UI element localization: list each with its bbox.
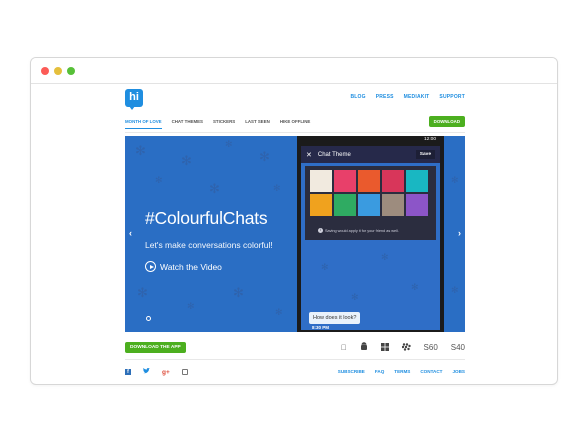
theme-swatch <box>358 170 380 192</box>
divider <box>125 132 465 133</box>
instagram-icon[interactable] <box>181 369 188 375</box>
snowflake-icon: ✻ <box>275 307 283 317</box>
facebook-icon[interactable]: f <box>125 369 131 375</box>
social-links: f g+ <box>125 368 188 376</box>
theme-swatch <box>310 194 332 216</box>
platform-list:  S60 S40 <box>341 342 465 353</box>
snowflake-icon: ✻ <box>187 301 195 311</box>
nav-link-support[interactable]: SUPPORT <box>439 94 465 100</box>
snowflake-icon: ✻ <box>451 175 459 185</box>
tab-hike-offline[interactable]: HIKE OFFLINE <box>280 119 311 129</box>
phone-app-title: Chat Theme <box>317 151 351 158</box>
tab-last-seen[interactable]: LAST SEEN <box>245 119 270 129</box>
watch-video-link[interactable]: Watch the Video <box>145 261 222 272</box>
theme-notice-text: Saving would apply it for your friend as… <box>325 228 399 233</box>
theme-swatch <box>382 170 404 192</box>
info-icon: i <box>318 228 323 233</box>
blackberry-icon[interactable] <box>401 342 411 353</box>
hike-logo[interactable]: hi <box>125 89 143 110</box>
snowflake-icon: ✻ <box>381 252 389 262</box>
download-button[interactable]: DOWNLOAD <box>428 116 465 127</box>
snowflake-icon: ✻ <box>181 153 192 168</box>
apple-icon[interactable]:  <box>341 343 347 352</box>
theme-swatch <box>406 194 428 216</box>
play-icon <box>145 261 156 272</box>
divider <box>125 359 465 360</box>
footer-link-contact[interactable]: CONTACT <box>420 369 442 374</box>
footer-link-jobs[interactable]: JOBS <box>452 369 465 374</box>
snowflake-icon: ✻ <box>451 285 459 295</box>
hero-banner: ✻ ✻ ✻ ✻ ✻ ✻ ✻ ✻ ✻ ✻ ✻ ✻ ✻ #ColourfulChat… <box>125 136 465 332</box>
snowflake-icon: ✻ <box>225 139 233 149</box>
hero-title: #ColourfulChats <box>145 208 268 228</box>
maximize-window-button[interactable] <box>67 67 75 75</box>
footer-link-subscribe[interactable]: SUBSCRIBE <box>338 369 365 374</box>
theme-swatch <box>334 170 356 192</box>
snowflake-icon: ✻ <box>137 285 148 300</box>
theme-picker-panel: i Saving would apply it for your friend … <box>305 166 436 240</box>
snowflake-icon: ✻ <box>273 183 281 193</box>
chat-bubble: How does it look? <box>309 312 361 324</box>
hero-subtitle: Let's make conversations colorful! <box>145 240 273 250</box>
chevron-left-icon[interactable]: ‹ <box>129 228 132 238</box>
windows-icon[interactable] <box>380 342 389 353</box>
phone-screen: ✻ ✻ ✻ ✻ i Saving would apply it for your… <box>301 163 440 330</box>
top-nav: BLOG PRESS MEDIAKIT SUPPORT <box>350 94 465 100</box>
watch-video-label: Watch the Video <box>160 261 222 272</box>
nav-link-press[interactable]: PRESS <box>376 94 394 100</box>
footer-link-terms[interactable]: TERMS <box>394 369 410 374</box>
snowflake-icon: ✻ <box>259 149 270 164</box>
phone-app-bar: ✕ Chat Theme Save <box>301 146 440 163</box>
theme-grid <box>310 170 428 216</box>
download-app-button[interactable]: DOWNLOAD THE APP <box>125 342 186 353</box>
snowflake-icon: ✻ <box>155 175 163 185</box>
nav-link-mediakit[interactable]: MEDIAKIT <box>404 94 430 100</box>
footer-link-faq[interactable]: FAQ <box>375 369 384 374</box>
android-icon[interactable] <box>360 342 368 353</box>
theme-notice: i Saving would apply it for your friend … <box>318 228 399 233</box>
minimize-window-button[interactable] <box>54 67 62 75</box>
tab-stickers[interactable]: STICKERS <box>213 119 235 129</box>
carousel-dot[interactable] <box>146 316 151 321</box>
snowflake-icon: ✻ <box>135 143 146 158</box>
browser-window: hi BLOG PRESS MEDIAKIT SUPPORT MONTH OF … <box>30 57 558 385</box>
twitter-icon[interactable] <box>143 368 150 376</box>
tab-month-of-love[interactable]: MONTH OF LOVE <box>125 119 162 129</box>
theme-swatch <box>382 194 404 216</box>
close-icon: ✕ <box>306 151 312 159</box>
theme-swatch <box>334 194 356 216</box>
s60-link[interactable]: S60 <box>424 343 438 352</box>
chat-bubble-time: 8:30 PM <box>312 325 330 330</box>
snowflake-icon: ✻ <box>209 181 220 196</box>
footer-links: SUBSCRIBE FAQ TERMS CONTACT JOBS <box>338 369 465 374</box>
tab-chat-themes[interactable]: CHAT THEMES <box>172 119 203 129</box>
google-plus-icon[interactable]: g+ <box>162 369 170 376</box>
phone-save-button: Save <box>415 150 435 159</box>
phone-status-time: 12:00 <box>423 137 436 142</box>
phone-mockup: 12:00 ✕ Chat Theme Save ✻ ✻ ✻ ✻ i Saving… <box>297 136 444 332</box>
feature-tabs: MONTH OF LOVE CHAT THEMES STICKERS LAST … <box>125 119 310 129</box>
snowflake-icon: ✻ <box>321 262 329 272</box>
snowflake-icon: ✻ <box>351 292 359 302</box>
theme-swatch <box>406 170 428 192</box>
nav-link-blog[interactable]: BLOG <box>350 94 365 100</box>
snowflake-icon: ✻ <box>411 282 419 292</box>
close-window-button[interactable] <box>41 67 49 75</box>
theme-swatch <box>358 194 380 216</box>
s40-link[interactable]: S40 <box>451 343 465 352</box>
window-titlebar <box>31 58 557 84</box>
snowflake-icon: ✻ <box>233 285 244 300</box>
theme-swatch <box>310 170 332 192</box>
chevron-right-icon[interactable]: › <box>458 228 461 238</box>
